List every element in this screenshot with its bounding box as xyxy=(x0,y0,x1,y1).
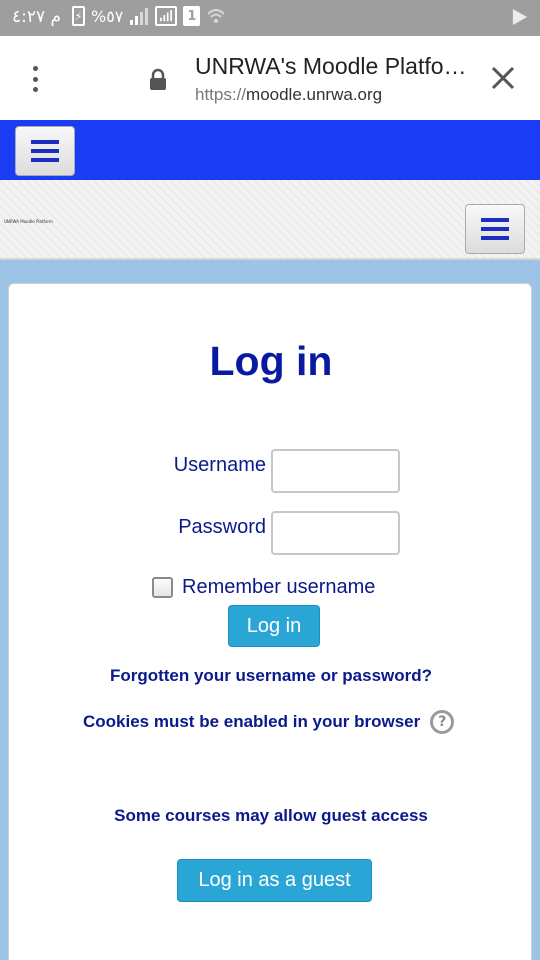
cookies-notice-text: Cookies must be enabled in your browser xyxy=(83,712,421,731)
username-field[interactable] xyxy=(271,449,400,493)
browser-toolbar: UNRWA's Moodle Platfo… https://moodle.un… xyxy=(0,36,540,120)
guest-login-button[interactable]: Log in as a guest xyxy=(177,859,372,902)
battery-percentage: %٥٧ xyxy=(91,6,124,26)
more-vert-icon[interactable] xyxy=(28,66,42,92)
help-icon[interactable]: ? xyxy=(430,710,455,734)
sim-1-icon: 1 xyxy=(183,6,201,26)
remember-username-label[interactable]: Remember username xyxy=(182,576,375,599)
password-label: Password xyxy=(178,516,266,538)
top-navbar xyxy=(0,120,540,180)
remember-username[interactable]: Remember username xyxy=(152,576,375,599)
username-label: Username xyxy=(173,454,266,476)
forgot-password-link[interactable]: Forgotten your username or password? xyxy=(9,666,533,686)
url-scheme: https:// xyxy=(195,85,247,104)
guest-access-notice: Some courses may allow guest access xyxy=(114,806,428,825)
remember-username-checkbox[interactable] xyxy=(152,577,173,598)
status-icons: ⚡ %٥٧ 1 xyxy=(72,6,226,26)
url-display[interactable]: https://moodle.unrwa.org xyxy=(195,85,382,105)
signal-box-icon xyxy=(155,6,178,26)
wifi-icon xyxy=(207,9,226,23)
status-bar: م ٤:٢٧ ⚡ %٥٧ 1 xyxy=(0,0,540,36)
battery-charging-icon: ⚡ xyxy=(72,6,85,26)
play-store-icon xyxy=(512,9,528,25)
cookies-notice: Cookies must be enabled in your browser … xyxy=(83,710,455,734)
site-banner-text: UNRWA Moodle Platform xyxy=(4,219,53,224)
lock-icon[interactable] xyxy=(148,68,168,92)
signal-icon xyxy=(130,8,149,25)
menu-icon[interactable] xyxy=(465,204,525,254)
site-header: UNRWA Moodle Platform xyxy=(0,180,540,260)
login-button[interactable]: Log in xyxy=(228,605,320,647)
close-icon[interactable] xyxy=(490,65,516,91)
page-heading: Log in xyxy=(209,338,333,384)
login-card: Log in Username Password Remember userna… xyxy=(8,283,532,960)
status-time: م ٤:٢٧ xyxy=(12,7,62,27)
password-field[interactable] xyxy=(271,511,400,555)
url-host: moodle.unrwa.org xyxy=(246,85,383,104)
menu-icon[interactable] xyxy=(15,126,75,176)
page-title[interactable]: UNRWA's Moodle Platfo… xyxy=(195,53,475,80)
